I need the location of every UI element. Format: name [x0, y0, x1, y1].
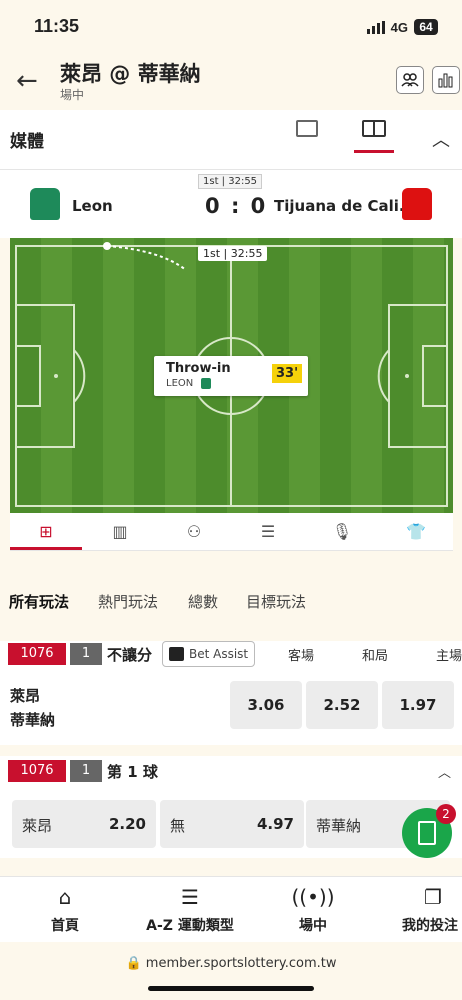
- odds-button-away[interactable]: 3.06: [230, 681, 302, 729]
- odds-button-none[interactable]: 無 4.97: [160, 800, 304, 848]
- home-score: 0: [205, 194, 222, 218]
- score: 0 : 0: [205, 194, 267, 218]
- tracker-tabs: ⊞ ▥ ⚇ ☰ 🎙 👕: [10, 513, 453, 551]
- lineup-tab-icon[interactable]: ⚇: [182, 522, 206, 541]
- odds-button-draw[interactable]: 2.52: [306, 681, 378, 729]
- tab-goals[interactable]: 目標玩法: [246, 591, 306, 612]
- media-section: 媒體 ︿: [0, 110, 462, 170]
- bottom-nav: ⌂ 首頁 ☰ A-Z 運動類型 ((•)) 場中 ❐ 我的投注: [0, 876, 462, 942]
- event-card: Throw-in LEON 33': [154, 356, 308, 396]
- team-2-name: 蒂華納: [10, 711, 56, 729]
- market-count: 1: [70, 643, 102, 665]
- tab-totals[interactable]: 總數: [188, 591, 218, 612]
- home-team-name: Leon: [72, 197, 113, 215]
- event-title: Throw-in: [166, 361, 231, 376]
- option-name: 無: [170, 817, 186, 835]
- pitch-tracker-icon[interactable]: [362, 120, 386, 137]
- market-first-goal: 1076 1 第 1 球 ︿ 萊昂 2.20 無 4.97 蒂華納: [0, 756, 462, 858]
- option-name: 萊昂: [22, 817, 53, 835]
- page-subtitle: 場中: [60, 88, 85, 102]
- option-odds: 4.97: [256, 815, 294, 833]
- market-code: 1076: [8, 643, 66, 665]
- tab-all-markets[interactable]: 所有玩法: [9, 591, 69, 612]
- pitch-tracker: 1st | 32:55 Throw-in LEON 33': [10, 238, 453, 513]
- media-active-underline: [354, 150, 394, 153]
- home-indicator[interactable]: [148, 986, 314, 991]
- bet-assist-label: Bet Assist: [189, 647, 249, 661]
- market-count: 1: [70, 760, 102, 782]
- away-team-name: Tijuana de Cali...: [274, 197, 416, 215]
- home-icon: ⌂: [58, 885, 72, 909]
- menu-icon: ☰: [181, 885, 199, 909]
- ball-marker: [103, 242, 111, 250]
- market-code: 1076: [8, 760, 66, 782]
- status-bar: 11:35 4G 64: [0, 0, 462, 52]
- nav-home[interactable]: ⌂ 首頁: [40, 885, 90, 935]
- column-draw: 和局: [362, 649, 389, 664]
- url-text: 🔒 member.sportslottery.com.tw: [125, 956, 337, 971]
- collapse-caret-icon[interactable]: ︿: [432, 126, 450, 152]
- market-name: 不讓分: [107, 646, 153, 664]
- url-value: member.sportslottery.com.tw: [145, 956, 337, 971]
- away-shirt-icon: [402, 188, 432, 220]
- event-minute: 33': [272, 364, 303, 383]
- clipboard-icon: [418, 821, 436, 845]
- live-broadcast-icon: ((•)): [291, 885, 335, 909]
- nav-sports-label: A-Z 運動類型: [146, 918, 234, 934]
- nav-my-bets[interactable]: ❐ 我的投注: [402, 885, 462, 935]
- home-shirt-icon: [30, 188, 60, 220]
- pitch-clock: 1st | 32:55: [198, 246, 268, 261]
- column-away: 客場: [288, 649, 315, 664]
- signal-icon: [366, 20, 385, 34]
- list-tab-icon[interactable]: ☰: [256, 522, 280, 541]
- bar-chart-icon: [438, 73, 453, 88]
- bar-chart-icon: [169, 647, 184, 661]
- stats-button[interactable]: [432, 66, 460, 94]
- documents-icon: ❐: [424, 885, 442, 909]
- market-moneyline: 1076 1 不讓分 Bet Assist 客場 和局 主場 萊昂 蒂華納 3.…: [0, 641, 462, 745]
- betslip-count-badge: 2: [436, 804, 456, 824]
- event-shirt-icon: [201, 378, 211, 389]
- tab-popular[interactable]: 熱門玩法: [98, 591, 158, 612]
- shirt-tab-icon[interactable]: 👕: [404, 522, 428, 541]
- away-score: 0: [250, 194, 268, 218]
- nav-sports-az[interactable]: ☰ A-Z 運動類型: [140, 885, 240, 935]
- market-tabs: 所有玩法 熱門玩法 總數 目標玩法: [0, 551, 462, 641]
- media-label: 媒體: [10, 132, 44, 152]
- score-separator: :: [230, 194, 242, 218]
- lineup-button[interactable]: [396, 66, 424, 94]
- bet-assist-button[interactable]: Bet Assist: [162, 641, 255, 667]
- tracker-tab-underline: [10, 547, 82, 550]
- column-home: 主場: [436, 649, 462, 664]
- battery-icon: 64: [414, 19, 438, 35]
- nav-live[interactable]: ((•)) 場中: [286, 885, 340, 935]
- stats-tab-icon[interactable]: ▥: [108, 522, 132, 541]
- option-odds: 2.20: [108, 815, 146, 833]
- nav-home-label: 首頁: [51, 918, 79, 934]
- tv-icon[interactable]: [296, 120, 318, 137]
- pitch-tab-icon[interactable]: ⊞: [34, 522, 58, 541]
- scoreboard: 1st | 32:55 Leon 0 : 0 Tijuana de Cali..…: [0, 170, 462, 238]
- option-name: 蒂華納: [316, 817, 362, 835]
- page-header: ← 萊昂 @ 蒂華納 場中: [0, 52, 462, 110]
- odds-button-leon[interactable]: 萊昂 2.20: [12, 800, 156, 848]
- period-clock: 1st | 32:55: [198, 174, 263, 189]
- market-name: 第 1 球: [107, 763, 158, 781]
- team-1-name: 萊昂: [10, 687, 41, 705]
- back-arrow-icon[interactable]: ←: [16, 66, 38, 96]
- browser-url-bar[interactable]: 🔒 member.sportslottery.com.tw: [0, 942, 462, 1000]
- network-label: 4G: [390, 19, 408, 35]
- status-right: 4G 64: [366, 19, 438, 35]
- people-icon: [401, 73, 419, 87]
- odds-button-home[interactable]: 1.97: [382, 681, 454, 729]
- commentary-tab-icon[interactable]: 🎙: [330, 522, 354, 541]
- betslip-button[interactable]: 2: [402, 804, 456, 858]
- event-team: LEON: [166, 378, 194, 389]
- nav-live-label: 場中: [299, 918, 327, 934]
- collapse-caret-icon[interactable]: ︿: [438, 762, 451, 781]
- page-title: 萊昂 @ 蒂華納: [60, 62, 201, 86]
- status-time: 11:35: [34, 16, 80, 36]
- nav-my-bets-label: 我的投注: [402, 918, 458, 934]
